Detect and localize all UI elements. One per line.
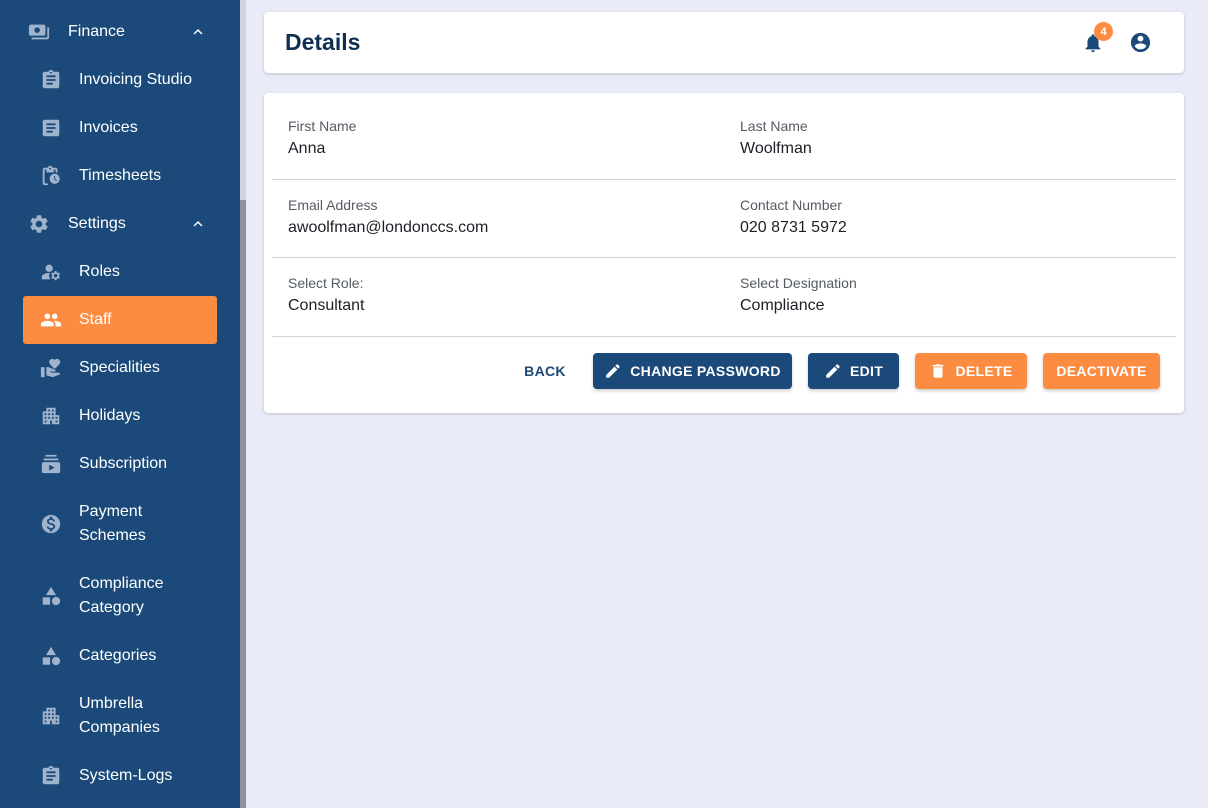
sidebar-item-label: Specialities <box>79 359 160 376</box>
row-divider <box>272 179 1176 180</box>
sidebar-item-compliance-category[interactable]: Compliance Category <box>40 570 217 622</box>
sidebar-item-timesheets[interactable]: Timesheets <box>40 160 217 192</box>
sidebar-item-categories[interactable]: Categories <box>40 640 217 672</box>
role-value: Consultant <box>288 297 365 314</box>
last-name-value: Woolfman <box>740 140 812 157</box>
sidebar: Finance Invoicing Studio Invoices Timesh… <box>0 0 240 808</box>
user-gear-icon <box>40 261 62 283</box>
designation-label: Select Designation <box>740 275 857 291</box>
sidebar-item-label: Staff <box>79 311 112 328</box>
deactivate-button[interactable]: DEACTIVATE <box>1043 353 1160 389</box>
account-circle-icon[interactable] <box>1129 31 1152 54</box>
dollar-circle-icon <box>40 513 62 535</box>
sidebar-item-label: System-Logs <box>79 767 173 784</box>
sidebar-item-label: Timesheets <box>79 167 162 184</box>
sidebar-item-specialities[interactable]: Specialities <box>40 352 217 384</box>
money-icon <box>28 21 50 43</box>
sidebar-item-label: Invoices <box>79 119 138 136</box>
sidebar-item-holidays[interactable]: Holidays <box>40 400 217 432</box>
subscriptions-icon <box>40 453 62 475</box>
sidebar-scrollbar-thumb[interactable] <box>240 200 246 808</box>
back-button[interactable]: BACK <box>516 353 574 389</box>
sidebar-item-staff[interactable]: Staff <box>23 296 217 344</box>
sidebar-group-finance[interactable]: Finance <box>28 16 217 48</box>
apartment-icon <box>40 705 62 727</box>
building-icon <box>40 405 62 427</box>
sidebar-group-settings[interactable]: Settings <box>28 208 217 240</box>
sidebar-item-label: Roles <box>79 263 120 280</box>
clipboard-icon <box>40 765 62 787</box>
sidebar-item-label: Payment Schemes <box>79 503 146 544</box>
timesheet-clock-icon <box>40 165 62 187</box>
edit-label: EDIT <box>849 363 884 379</box>
chevron-up-icon[interactable] <box>189 215 207 233</box>
staff-details-card: First Name Anna Last Name Woolfman Email… <box>264 93 1184 413</box>
chevron-up-icon[interactable] <box>189 23 207 41</box>
people-icon <box>40 309 62 331</box>
sidebar-item-invoices[interactable]: Invoices <box>40 112 217 144</box>
invoice-icon <box>40 117 62 139</box>
role-label: Select Role: <box>288 275 364 291</box>
sidebar-item-label: Invoicing Studio <box>79 71 192 88</box>
first-name-value: Anna <box>288 140 326 157</box>
page-header: Details 4 <box>264 12 1184 73</box>
sidebar-item-subscription[interactable]: Subscription <box>40 448 217 480</box>
contact-number-value: 020 8731 5972 <box>740 219 847 236</box>
page-title: Details <box>285 29 361 55</box>
pencil-icon <box>826 364 840 378</box>
edit-button[interactable]: EDIT <box>808 353 899 389</box>
notification-count-badge: 4 <box>1094 22 1113 41</box>
gear-icon <box>28 213 50 235</box>
delete-button[interactable]: DELETE <box>915 353 1027 389</box>
sidebar-item-umbrella-companies[interactable]: Umbrella Companies <box>40 690 217 742</box>
pencil-icon <box>606 364 621 378</box>
clipboard-icon <box>40 69 62 91</box>
sidebar-item-label: Finance <box>68 23 125 40</box>
delete-label: DELETE <box>955 363 1013 379</box>
sidebar-item-label: Compliance Category <box>79 575 164 616</box>
sidebar-item-system-logs[interactable]: System-Logs <box>40 760 217 792</box>
sidebar-item-label: Settings <box>68 215 126 232</box>
contact-number-label: Contact Number <box>740 197 842 213</box>
shapes-icon <box>40 585 62 607</box>
sidebar-item-payment-schemes[interactable]: Payment Schemes <box>40 498 217 550</box>
row-divider <box>272 336 1176 337</box>
designation-value: Compliance <box>740 297 825 314</box>
change-password-button[interactable]: CHANGE PASSWORD <box>593 353 792 389</box>
sidebar-item-roles[interactable]: Roles <box>40 256 217 288</box>
shapes-icon <box>40 645 62 667</box>
sidebar-item-label: Subscription <box>79 455 168 472</box>
sidebar-item-label: Holidays <box>79 407 141 424</box>
back-button-label: BACK <box>524 363 566 379</box>
trash-icon <box>933 364 944 378</box>
row-divider <box>272 257 1176 258</box>
email-value: awoolfman@londonccs.com <box>288 219 489 236</box>
sidebar-item-label: Umbrella Companies <box>79 695 160 736</box>
sidebar-item-invoicing-studio[interactable]: Invoicing Studio <box>40 64 217 96</box>
change-password-label: CHANGE PASSWORD <box>630 363 781 379</box>
first-name-label: First Name <box>288 118 357 134</box>
sidebar-scrollbar[interactable] <box>240 0 246 808</box>
email-label: Email Address <box>288 197 378 213</box>
hand-heart-icon <box>40 357 62 379</box>
deactivate-label: DEACTIVATE <box>1056 363 1147 379</box>
sidebar-item-label: Categories <box>79 647 157 664</box>
last-name-label: Last Name <box>740 118 808 134</box>
